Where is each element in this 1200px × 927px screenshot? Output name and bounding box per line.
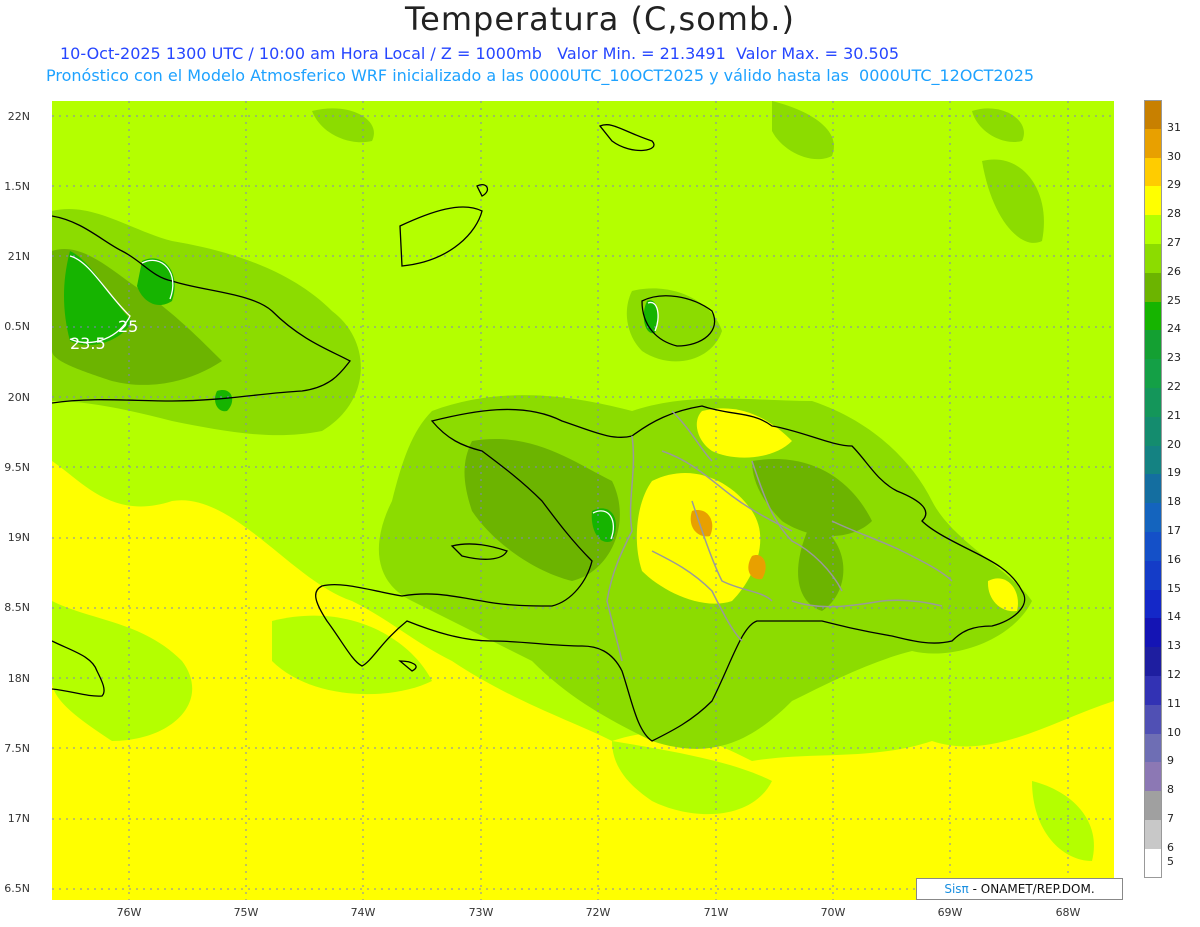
colorbar-label: 22 (1167, 380, 1181, 393)
colorbar-swatch (1144, 791, 1162, 820)
colorbar-label: 20 (1167, 437, 1181, 451)
colorbar-swatch (1144, 330, 1162, 360)
colorbar-swatch (1144, 503, 1162, 532)
colorbar-swatch (1144, 359, 1162, 388)
colorbar-label: 26 (1167, 264, 1181, 278)
colorbar-swatch (1144, 819, 1162, 849)
x-tick-75W: 75W (233, 906, 259, 919)
colorbar-label: 21 (1167, 408, 1181, 422)
colorbar-swatch (1144, 387, 1162, 417)
colorbar-swatch (1144, 675, 1162, 705)
y-tick-18-5N: 8.5N (4, 601, 30, 614)
colorbar-swatch (1144, 560, 1162, 590)
colorbar-label: 17 (1167, 524, 1181, 537)
colorbar-label: 25 (1167, 293, 1181, 307)
colorbar-label: 12 (1167, 668, 1181, 681)
colorbar-label: 23 (1167, 351, 1181, 365)
colorbar-swatch (1144, 215, 1162, 244)
colorbar-label: 19 (1167, 466, 1181, 480)
colorbar-swatch (1144, 416, 1162, 446)
y-tick-17-5N: 7.5N (4, 742, 30, 755)
x-tick-76W: 76W (116, 906, 142, 919)
y-tick-22N: 22N (7, 110, 30, 123)
x-tick-70W: 70W (820, 906, 846, 919)
y-tick-18N: 18N (7, 672, 30, 685)
colorbar-swatch (1144, 618, 1162, 648)
x-tick-74W: 74W (350, 906, 376, 919)
contour-label-25: 25 (118, 317, 138, 336)
colorbar-label: 31 (1167, 120, 1181, 134)
colorbar-label: 13 (1167, 639, 1181, 653)
colorbar-label: 28 (1167, 207, 1181, 221)
x-tick-68W: 68W (1055, 906, 1081, 919)
credit-text: - ONAMET/REP.DOM. (972, 882, 1095, 896)
y-tick-21N: 21N (7, 250, 30, 263)
x-tick-69W: 69W (937, 906, 963, 919)
y-tick-19-5N: 9.5N (4, 461, 30, 474)
y-tick-20-5N: 0.5N (4, 320, 30, 333)
colorbar-swatch (1144, 647, 1162, 676)
colorbar-swatch (1144, 733, 1162, 763)
colorbar-label: 11 (1167, 696, 1181, 710)
colorbar-label: 18 (1167, 495, 1181, 509)
colorbar-label: 30 (1167, 149, 1181, 163)
colorbar-swatch (1144, 301, 1162, 331)
temperature-map: 23.5 25 (51, 101, 1114, 900)
y-tick-16-5N: 6.5N (4, 882, 30, 895)
colorbar-label: 24 (1167, 322, 1181, 336)
y-tick-19N: 19N (7, 531, 30, 544)
colorbar-swatch (1144, 848, 1162, 878)
y-tick-20N: 20N (7, 391, 30, 404)
colorbar-swatch (1144, 243, 1162, 273)
y-tick-21-5N: 1.5N (4, 180, 30, 193)
colorbar-swatch (1144, 272, 1162, 302)
x-tick-73W: 73W (468, 906, 494, 919)
colorbar-label: 27 (1167, 236, 1181, 249)
colorbar-swatch (1144, 704, 1162, 734)
x-tick-72W: 72W (585, 906, 611, 919)
sispi-logo: Sisπ (944, 882, 969, 896)
colorbar-swatch (1144, 762, 1162, 792)
colorbar-swatch (1144, 157, 1162, 187)
colorbar-swatch (1144, 474, 1162, 504)
map-title: Temperatura (C,somb.) (405, 0, 795, 38)
credit-box: Sisπ - ONAMET/REP.DOM. (916, 878, 1123, 900)
colorbar-swatch (1144, 128, 1162, 158)
colorbar-swatch (1144, 100, 1162, 129)
colorbar-swatch (1144, 531, 1162, 561)
subtitle-valid-time: 10-Oct-2025 1300 UTC / 10:00 am Hora Loc… (60, 44, 900, 63)
colorbar-label: 5 (1167, 855, 1174, 869)
colorbar-swatch (1144, 186, 1162, 216)
subtitle-model-info: Pronóstico con el Modelo Atmosferico WRF… (46, 66, 1035, 85)
colorbar-label: 9 (1167, 754, 1174, 768)
colorbar-label: 7 (1167, 812, 1174, 825)
colorbar-swatch (1144, 445, 1162, 475)
colorbar-label: 8 (1167, 783, 1174, 797)
contour-label-23-5: 23.5 (70, 334, 106, 353)
colorbar-label: 10 (1167, 725, 1181, 739)
x-tick-71W: 71W (703, 906, 729, 919)
colorbar-label: 14 (1167, 610, 1181, 624)
colorbar-label: 16 (1167, 552, 1181, 566)
colorbar-label: 15 (1167, 581, 1181, 595)
colorbar-label: 6 (1167, 840, 1174, 854)
y-tick-17N: 17N (7, 812, 30, 825)
colorbar-label: 29 (1167, 178, 1181, 192)
colorbar-swatch (1144, 589, 1162, 619)
colorbar (1144, 100, 1162, 878)
